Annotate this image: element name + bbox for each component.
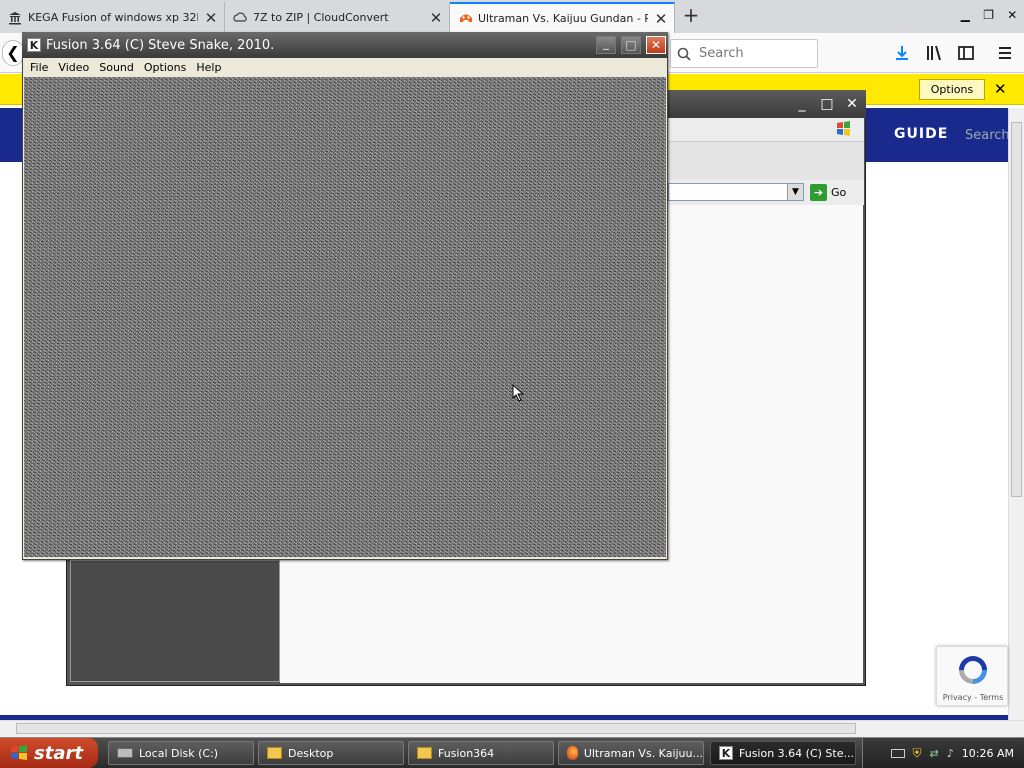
- close-icon[interactable]: ✕: [646, 36, 666, 54]
- notification-options-button[interactable]: Options: [919, 79, 985, 100]
- keyboard-icon[interactable]: [890, 748, 905, 758]
- folder-icon: [267, 747, 282, 759]
- close-icon[interactable]: ✕: [1007, 8, 1017, 26]
- page-horizontal-scrollbar[interactable]: [0, 720, 1024, 737]
- game-icon: [458, 12, 472, 26]
- shield-icon[interactable]: ⛨: [913, 746, 922, 761]
- close-tab-icon[interactable]: ✕: [429, 9, 443, 27]
- menu-sound[interactable]: Sound: [94, 61, 139, 74]
- kega-icon: K: [27, 38, 41, 52]
- tab-title: 7Z to ZIP | CloudConvert: [253, 11, 389, 24]
- minimize-icon[interactable]: _: [793, 96, 811, 114]
- taskbar-button-label: Fusion 3.64 (C) Ste...: [739, 746, 854, 760]
- download-icon[interactable]: [893, 44, 911, 62]
- taskbar-button-label: Desktop: [288, 746, 334, 760]
- folder-icon: [417, 747, 432, 759]
- menu-video[interactable]: Video: [53, 61, 94, 74]
- museum-icon: [8, 11, 22, 25]
- fusion-title: Fusion 3.64 (C) Steve Snake, 2010.: [46, 37, 275, 53]
- tab-ultraman-rom[interactable]: Ultraman Vs. Kaijuu Gundan - ROM ✕: [450, 2, 675, 33]
- recaptcha-icon: [959, 656, 987, 684]
- firefox-icon: [567, 746, 578, 760]
- close-notification-icon[interactable]: ✕: [994, 80, 1010, 98]
- tab-title: KEGA Fusion of windows xp 32bit: [28, 11, 198, 24]
- search-placeholder: Search: [699, 46, 744, 61]
- explorer-toolbar-buttons: [668, 142, 864, 180]
- maximize-icon[interactable]: □: [818, 96, 836, 114]
- sidebar-icon[interactable]: [957, 44, 975, 62]
- clock[interactable]: 10:26 AM: [962, 747, 1014, 760]
- new-tab-button[interactable]: +: [680, 4, 702, 28]
- network-icon[interactable]: ⇄: [930, 747, 939, 760]
- scroll-thumb[interactable]: [16, 723, 856, 734]
- taskbar-button-label: Fusion364: [438, 746, 495, 760]
- maximize-icon[interactable]: □: [621, 36, 641, 54]
- go-label: Go: [831, 185, 847, 199]
- address-input[interactable]: ▼: [668, 183, 804, 201]
- back-arrow-icon[interactable]: ❮: [2, 40, 24, 66]
- recaptcha-badge[interactable]: Privacy - Terms: [936, 646, 1008, 706]
- fusion-window-controls: _ □ ✕: [596, 36, 666, 54]
- page-footer-strip: [0, 715, 1008, 720]
- search-icon: [677, 47, 691, 61]
- tab-kega-fusion[interactable]: KEGA Fusion of windows xp 32bit ✕: [0, 2, 225, 33]
- taskbar-button-desktop[interactable]: Desktop: [258, 741, 404, 765]
- recaptcha-links[interactable]: Privacy - Terms: [937, 693, 1009, 702]
- browser-window-controls: ▁ ❐ ✕: [954, 8, 1024, 26]
- close-tab-icon[interactable]: ✕: [654, 10, 668, 28]
- arrow-right-icon: ➔: [810, 183, 827, 201]
- menu-help[interactable]: Help: [191, 61, 226, 74]
- library-icon[interactable]: [925, 44, 943, 62]
- fusion-menu-bar: File Video Sound Options Help: [23, 58, 667, 77]
- menu-file[interactable]: File: [25, 61, 53, 74]
- go-button[interactable]: ➔ Go: [810, 183, 860, 201]
- taskbar-button-label: Local Disk (C:): [139, 746, 219, 760]
- close-icon[interactable]: ✕: [843, 96, 861, 114]
- emulator-screen[interactable]: [24, 77, 666, 557]
- start-label: start: [34, 742, 83, 764]
- taskbar-button-fusion[interactable]: K Fusion 3.64 (C) Ste...: [710, 741, 856, 765]
- explorer-window-controls: _ □ ✕: [793, 96, 861, 114]
- taskbar-button-ultraman[interactable]: Ultraman Vs. Kaijuu...: [558, 741, 704, 765]
- page-search-input[interactable]: Search: [965, 128, 1010, 143]
- close-tab-icon[interactable]: ✕: [204, 9, 218, 27]
- page-vertical-scrollbar[interactable]: [1008, 108, 1024, 720]
- scroll-thumb[interactable]: [1011, 122, 1022, 497]
- windows-flag-icon: [11, 745, 27, 760]
- taskbar-button-label: Ultraman Vs. Kaijuu...: [583, 746, 703, 760]
- mouse-cursor-icon: [512, 383, 526, 402]
- system-tray: ⛨ ⇄ ♪ 10:26 AM: [862, 738, 1024, 768]
- cloud-icon: [233, 11, 247, 25]
- explorer-content-pane-upper: [668, 205, 863, 560]
- guide-link[interactable]: GUIDE: [894, 126, 948, 142]
- start-button[interactable]: start: [0, 738, 98, 768]
- menu-options[interactable]: Options: [139, 61, 191, 74]
- kega-icon: K: [719, 746, 733, 760]
- fusion-title-bar[interactable]: K Fusion 3.64 (C) Steve Snake, 2010.: [22, 32, 668, 58]
- explorer-task-pane: [70, 560, 280, 682]
- volume-icon[interactable]: ♪: [947, 747, 954, 760]
- tab-title: Ultraman Vs. Kaijuu Gundan - ROM: [478, 12, 648, 25]
- minimize-icon[interactable]: ▁: [961, 8, 970, 26]
- taskbar-button-fusion364[interactable]: Fusion364: [408, 741, 554, 765]
- taskbar-button-local-disk[interactable]: Local Disk (C:): [108, 741, 254, 765]
- search-input[interactable]: Search: [670, 39, 818, 68]
- windows-flag-icon: [834, 120, 854, 138]
- restore-icon[interactable]: ❐: [983, 8, 994, 26]
- tab-cloudconvert[interactable]: 7Z to ZIP | CloudConvert ✕: [225, 2, 450, 33]
- hamburger-menu-icon[interactable]: [996, 44, 1014, 62]
- minimize-icon[interactable]: _: [596, 36, 616, 54]
- drive-icon: [117, 748, 133, 758]
- chevron-down-icon[interactable]: ▼: [787, 184, 803, 200]
